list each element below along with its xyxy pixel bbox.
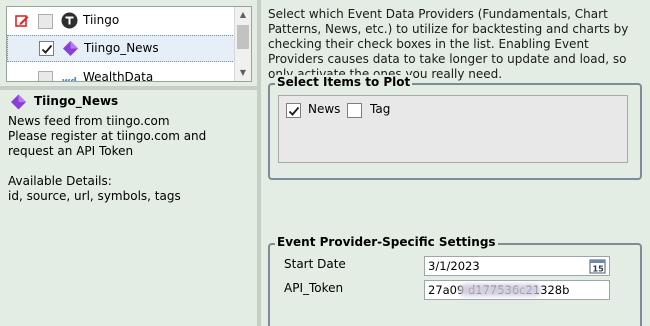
provider-row-wealthdata[interactable]: wd WealthData [7,65,235,82]
provider-row-tiingo[interactable]: Tiingo [7,7,235,34]
tiingo-logo-icon [61,12,78,29]
provider-checkbox-wealthdata[interactable] [38,71,53,81]
plot-item-label-news: News [308,102,341,116]
calendar-icon[interactable]: 15 [589,258,606,274]
plot-item-checkbox-tag[interactable] [347,103,362,118]
plot-items-title: Select Items to Plot [275,75,413,89]
provider-detail-title: Tiingo_News [34,94,119,108]
checkmark-icon [288,106,300,116]
api-token-label: API_Token [284,281,344,295]
provider-label-tiingo: Tiingo [83,13,120,27]
plot-item-checkbox-news[interactable] [286,103,301,118]
tiingo-news-diamond-icon [63,41,78,56]
provider-checkbox-tiingo[interactable] [38,14,53,29]
checkmark-icon [41,44,53,54]
vertical-splitter[interactable] [257,0,261,326]
plot-items-list: News Tag [278,95,628,163]
plot-item-label-tag: Tag [370,102,391,116]
start-date-field[interactable]: 3/1/2023 15 [424,256,610,276]
start-date-value: 3/1/2023 [428,259,480,273]
scroll-thumb[interactable] [237,25,249,49]
svg-text:15: 15 [593,265,605,274]
provider-settings-title: Event Provider-Specific Settings [275,235,498,249]
provider-label-tiingo-news: Tiingo_News [84,41,159,55]
redaction-blur [459,284,541,296]
provider-row-tiingo-news[interactable]: Tiingo_News [7,35,235,62]
intro-text: Select which Event Data Providers (Funda… [268,7,629,81]
provider-label-wealthdata: WealthData [83,70,154,82]
svg-text:wd: wd [62,77,77,82]
wealthdata-logo-icon: wd [62,77,77,82]
start-date-label: Start Date [284,257,346,271]
plot-items-group: Select Items to Plot News Tag [268,75,642,180]
provider-detail-description: News feed from tiingo.com Please registe… [8,114,207,203]
scroll-down-icon[interactable]: ▼ [235,65,251,81]
provider-list[interactable]: Tiingo Tiingo_News wd WealthData ▲ ▼ [6,6,252,82]
provider-checkbox-tiingo-news[interactable] [39,41,54,56]
list-scrollbar[interactable]: ▲ ▼ [234,7,251,81]
scroll-up-icon[interactable]: ▲ [235,7,251,23]
provider-settings-group: Event Provider-Specific Settings Start D… [268,235,642,326]
api-token-field[interactable]: 27a09 d177536c21328b [424,280,610,300]
edit-pencil-icon[interactable] [15,14,29,28]
tiingo-news-diamond-icon [11,94,26,110]
horizontal-splitter[interactable] [0,86,257,90]
